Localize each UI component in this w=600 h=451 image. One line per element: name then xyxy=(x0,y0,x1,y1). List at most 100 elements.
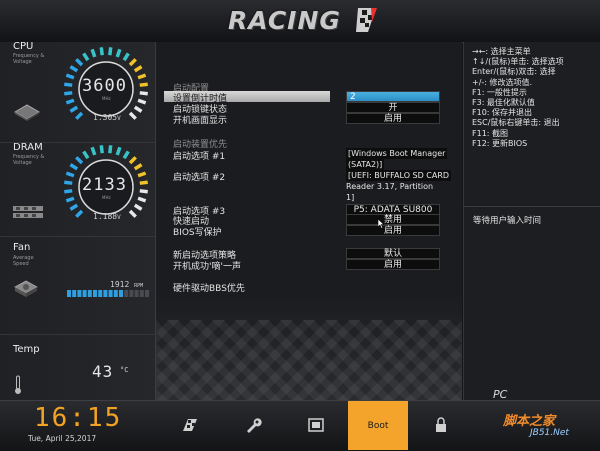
cpu-gauge-tick xyxy=(139,82,148,87)
setting-splash-value[interactable]: 启用 xyxy=(346,113,440,124)
cpu-gauge-tick xyxy=(75,111,84,120)
tab-oc-tweaker[interactable] xyxy=(160,401,220,450)
fan-bar-segment xyxy=(108,290,113,297)
fan-bar-segment xyxy=(93,290,97,297)
monitor-icon xyxy=(308,418,324,432)
help-divider xyxy=(463,206,600,207)
cpu-gauge-tick xyxy=(115,48,122,58)
dram-subtitle-2: Voltage xyxy=(13,160,32,166)
dram-frequency-value: 2133 xyxy=(82,175,127,195)
setting-numlock-value[interactable]: 开 xyxy=(346,102,440,113)
help-line: →←: 选择主菜单 xyxy=(472,47,531,56)
cpu-subtitle-2: Voltage xyxy=(13,59,32,65)
dram-gauge-tick xyxy=(139,180,148,185)
boot-beep-value[interactable]: 启用 xyxy=(346,259,440,270)
temp-unit: °C xyxy=(120,366,129,374)
help-line: F12: 更新BIOS xyxy=(472,138,528,148)
boot-option-2-label[interactable]: 启动选项 #2 xyxy=(173,170,225,183)
help-line: ↑↓/(鼠标)单击: 选择选项 xyxy=(472,57,564,67)
fan-bar-segment xyxy=(77,290,82,297)
bios-write-protect-label[interactable]: BIOS写保护 xyxy=(173,225,222,238)
cpu-gauge-tick xyxy=(108,47,113,56)
tab-security[interactable] xyxy=(411,401,471,450)
dram-gauge-tick xyxy=(115,146,122,156)
cpu-gauge-tick xyxy=(65,98,75,105)
tab-tool[interactable] xyxy=(286,401,346,450)
fan-bar-segment xyxy=(82,290,87,297)
dram-gauge-tick xyxy=(75,209,84,218)
thermometer-icon xyxy=(15,375,21,394)
new-boot-option-policy-value[interactable]: 默认 xyxy=(346,248,440,259)
tab-boot-label: Boot xyxy=(367,421,389,431)
setting-splash-label[interactable]: 开机画面显示 xyxy=(173,113,227,126)
cpu-gauge-tick xyxy=(133,65,143,73)
dram-gauge-tick xyxy=(133,203,143,211)
dram-title: DRAM xyxy=(13,142,43,153)
cpu-voltage-value: 1.305V xyxy=(93,113,121,122)
help-line: F3: 最佳化默认值 xyxy=(472,98,535,108)
dram-gauge-tick xyxy=(137,171,147,178)
dram-gauge-tick xyxy=(139,189,148,194)
dram-gauge-tick xyxy=(108,145,113,154)
help-line: F11: 截图 xyxy=(472,128,509,138)
dram-gauge-tick xyxy=(69,163,79,171)
cpu-gauge-tick xyxy=(65,73,75,80)
dram-gauge-tick xyxy=(99,145,104,154)
fan-bar-segment xyxy=(72,290,77,297)
hdd-bbs-priority-label[interactable]: 硬件驱动BBS优先 xyxy=(173,281,245,294)
cpu-gauge-tick xyxy=(133,105,143,113)
checkered-background xyxy=(156,320,462,400)
help-line: ESC/鼠标右键单击: 退出 xyxy=(472,118,560,128)
dram-gauge-tick xyxy=(65,196,75,203)
cpu-gauge-tick xyxy=(137,98,147,105)
cpu-gauge-tick xyxy=(69,105,79,113)
tab-boot[interactable]: Boot xyxy=(348,401,408,450)
dram-gauge-tick xyxy=(128,209,137,218)
fan-subtitle-2: Speed xyxy=(13,261,29,267)
boot-beep-label[interactable]: 开机成功'嘀'一声 xyxy=(173,259,241,272)
fan-speed-bar xyxy=(67,290,149,297)
fan-bar-segment xyxy=(129,290,134,297)
fan-bar-segment xyxy=(113,290,118,297)
help-line: Enter/(鼠标)双击: 选择 xyxy=(472,67,556,77)
tab-advanced[interactable] xyxy=(223,401,283,450)
fan-speed-value: 1912 RPM xyxy=(110,280,144,289)
dram-gauge-tick xyxy=(133,163,143,171)
fan-bar-segment xyxy=(119,290,123,297)
cpu-gauge-tick xyxy=(90,48,97,58)
fan-bar-segment xyxy=(134,290,139,297)
temp-value: 43 xyxy=(92,362,114,381)
mouse-cursor-icon xyxy=(378,219,385,229)
bios-write-protect-value[interactable]: 启用 xyxy=(346,225,440,236)
help-line: F1: 一般性提示 xyxy=(472,87,527,97)
cpu-gauge-tick xyxy=(64,82,73,87)
cpu-gauge-tick xyxy=(122,52,130,62)
cpu-gauge-tick xyxy=(128,58,137,67)
cpu-title: CPU xyxy=(13,41,34,52)
clock-date: Tue, April 25,2017 xyxy=(28,434,97,443)
cpu-gauge-tick xyxy=(128,111,137,120)
racing-logo: RACING xyxy=(228,6,341,35)
fan-icon xyxy=(14,280,38,297)
dram-module-icon xyxy=(13,206,43,218)
fan-title: Fan xyxy=(13,242,31,253)
watermark-url: JB51.Net xyxy=(530,428,569,438)
setting-countdown-value[interactable]: 2 xyxy=(346,91,440,102)
cpu-gauge-tick xyxy=(137,73,147,80)
fast-boot-value[interactable]: 禁用 xyxy=(346,214,440,225)
fan-bar-segment xyxy=(98,290,103,297)
checkered-flag-icon xyxy=(356,8,377,32)
boot-option-1-label[interactable]: 启动选项 #1 xyxy=(173,149,225,162)
fan-bar-segment xyxy=(139,290,144,297)
dram-gauge-tick xyxy=(65,171,75,178)
key-help-list: →←: 选择主菜单 ↑↓/(鼠标)单击: 选择选项 Enter/(鼠标)双击: … xyxy=(472,47,564,149)
cpu-frequency-value: 3600 xyxy=(82,76,127,96)
boot-option-1-value[interactable]: [Windows Boot Manager (SATA2)] xyxy=(346,148,450,170)
cpu-frequency-unit: MHz xyxy=(102,96,111,101)
fan-bar-segment xyxy=(145,290,149,297)
watermark-site: 脚本之家 xyxy=(503,414,556,429)
racing-flag-icon xyxy=(183,419,197,431)
dram-gauge-tick xyxy=(64,189,73,194)
boot-option-2-value[interactable]: [UEFI: BUFFALO SD CARD Reader 3.17, Part… xyxy=(346,170,452,203)
dram-gauge-tick xyxy=(82,150,90,160)
